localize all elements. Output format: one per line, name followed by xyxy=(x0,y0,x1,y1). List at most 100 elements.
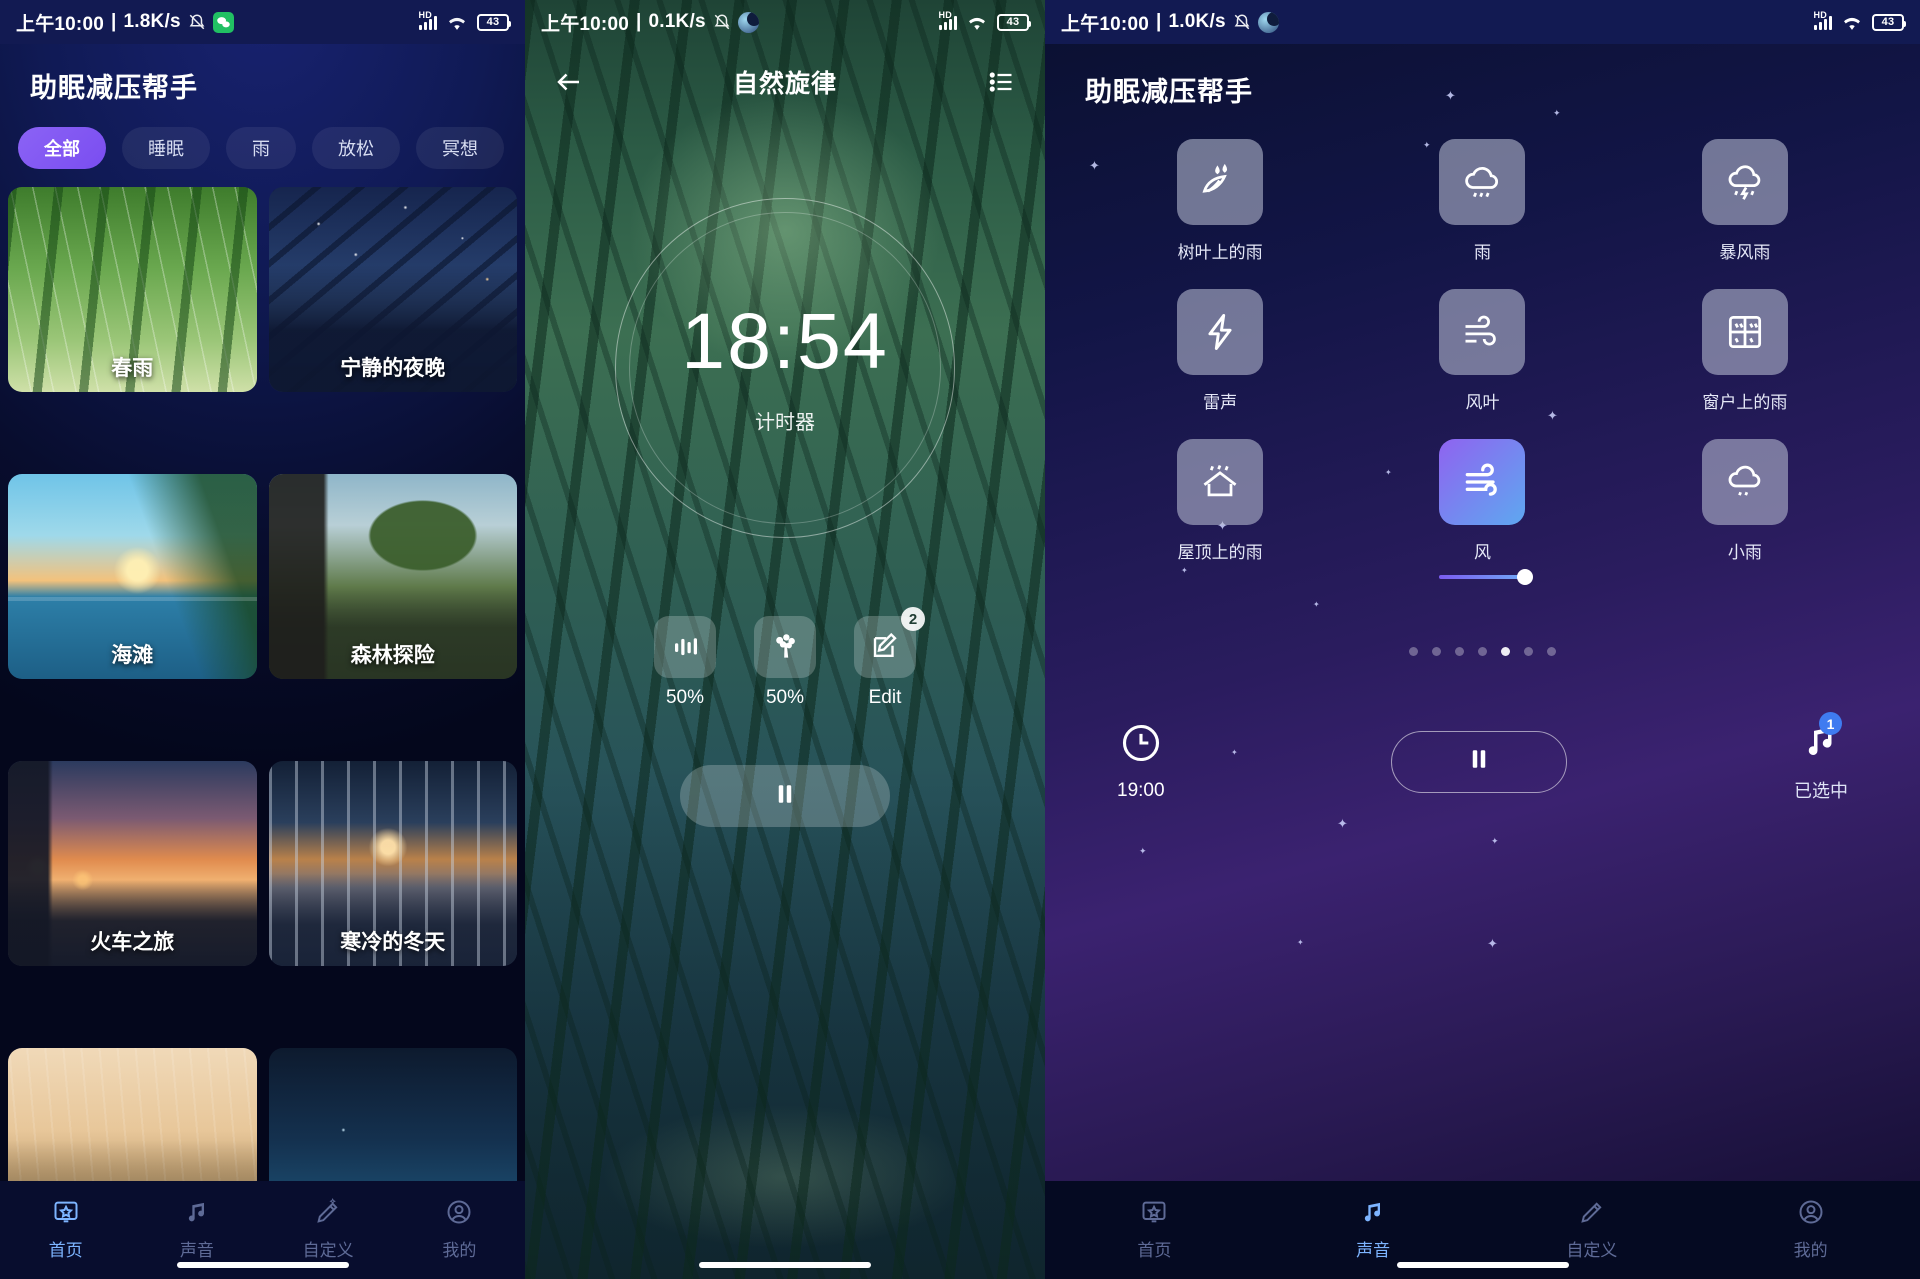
nav-item-custom[interactable]: 自定义 xyxy=(263,1195,394,1261)
sound-label: 风 xyxy=(1473,543,1491,562)
page-dot[interactable] xyxy=(1478,647,1487,656)
scene-card[interactable]: 森林探险 xyxy=(268,474,517,679)
chip-all[interactable]: 全部 xyxy=(18,127,106,169)
category-chip-row[interactable]: 全部 睡眠 雨 放松 冥想 xyxy=(0,105,525,169)
page-dot[interactable] xyxy=(1547,647,1556,656)
back-arrow-icon[interactable] xyxy=(549,62,589,102)
nav-item-sounds[interactable]: 声音 xyxy=(1264,1195,1483,1261)
playlist-icon[interactable] xyxy=(981,62,1021,102)
page-indicator[interactable] xyxy=(1045,647,1920,656)
moon-icon xyxy=(737,11,759,33)
nav-item-profile[interactable]: 我的 xyxy=(394,1195,525,1261)
hd-label: HD xyxy=(938,10,952,20)
status-left-3: 上午10:00 | 1.0K/s xyxy=(1061,9,1279,36)
scene-card[interactable]: 火车之旅 xyxy=(8,761,257,966)
timer-ring-inner xyxy=(629,212,941,524)
page-dot[interactable] xyxy=(1432,647,1441,656)
sound-item-roof-rain[interactable]: 屋顶上的雨 xyxy=(1089,439,1351,579)
home-indicator-2 xyxy=(699,1262,871,1268)
status-network-speed: 1.0K/s xyxy=(1168,11,1226,32)
scene-card-label: 森林探险 xyxy=(350,644,435,667)
play-pause-button[interactable] xyxy=(1391,730,1568,793)
hd-label: HD xyxy=(1813,10,1827,20)
sound-item-drizzle[interactable]: 小雨 xyxy=(1614,439,1876,579)
chip-sleep[interactable]: 睡眠 xyxy=(122,127,210,169)
chip-relax[interactable]: 放松 xyxy=(312,127,400,169)
page-dot[interactable] xyxy=(1409,647,1418,656)
lightning-icon xyxy=(1177,289,1264,375)
sound-item-rain[interactable]: 雨 xyxy=(1351,139,1613,263)
sound-label: 小雨 xyxy=(1727,543,1762,562)
signal-bars-icon: HD xyxy=(418,10,437,30)
scene-card[interactable]: 寒冷的冬天 xyxy=(268,761,517,966)
battery-indicator: 43 xyxy=(1872,13,1906,31)
sound-label: 风叶 xyxy=(1465,393,1500,412)
status-network-speed: 0.1K/s xyxy=(648,11,706,32)
nav-item-profile[interactable]: 我的 xyxy=(1701,1195,1920,1261)
nav-label: 自定义 xyxy=(302,1241,354,1260)
chip-meditate[interactable]: 冥想 xyxy=(416,127,504,169)
scene-card-grid: 春雨 宁静的夜晚 海滩 森林探险 火车之旅 寒冷的冬天 xyxy=(0,169,525,1279)
mute-bell-icon xyxy=(188,13,206,31)
nav-label: 声音 xyxy=(1356,1241,1391,1260)
sound-label: 暴风雨 xyxy=(1719,243,1771,262)
leaf-rain-icon xyxy=(1177,139,1264,225)
play-pause-button[interactable] xyxy=(680,765,890,827)
nav-item-home[interactable]: 首页 xyxy=(0,1195,131,1261)
wind-volume-slider[interactable] xyxy=(1439,569,1534,585)
mute-bell-icon xyxy=(713,13,731,31)
page-dot-active[interactable] xyxy=(1501,647,1510,656)
scene-card[interactable]: 宁静的夜晚 xyxy=(268,187,517,392)
edit-badge: 2 xyxy=(901,607,925,631)
status-right-3: HD 43 xyxy=(1813,10,1906,32)
pause-icon xyxy=(1464,744,1494,779)
home-body: 助眠减压帮手 全部 睡眠 雨 放松 冥想 春雨 宁静的夜晚 海滩 森林探险 火车… xyxy=(0,44,525,1279)
nav-item-sounds[interactable]: 声音 xyxy=(131,1195,262,1261)
sound-item-thunder[interactable]: 雷声 xyxy=(1089,289,1351,413)
battery-indicator: 43 xyxy=(997,13,1031,31)
selected-sounds-button[interactable]: 1 已选中 xyxy=(1793,712,1848,803)
wifi-icon xyxy=(446,13,468,32)
sound-item-leaf-rain[interactable]: 树叶上的雨 xyxy=(1089,139,1351,263)
home-star-icon xyxy=(1137,1195,1171,1229)
nav-item-custom[interactable]: 自定义 xyxy=(1483,1195,1702,1261)
scene-card[interactable]: 春雨 xyxy=(8,187,257,392)
sound-item-wind-leaves[interactable]: 风叶 xyxy=(1351,289,1613,413)
nav-item-home[interactable]: 首页 xyxy=(1045,1195,1264,1261)
cloud-rain-icon xyxy=(1439,139,1526,225)
music-note-icon xyxy=(1356,1195,1390,1229)
selected-label: 已选中 xyxy=(1793,781,1848,801)
scene-card-label: 火车之旅 xyxy=(90,931,175,954)
player-header: 自然旋律 xyxy=(525,44,1045,102)
sleep-timer-value: 19:00 xyxy=(1117,780,1165,801)
sleep-timer-button[interactable]: 19:00 xyxy=(1117,721,1165,802)
profile-icon xyxy=(442,1195,476,1229)
scene-card-label: 海滩 xyxy=(111,644,154,667)
scene-card-label: 寒冷的冬天 xyxy=(340,931,446,954)
sound-label: 屋顶上的雨 xyxy=(1177,543,1263,562)
player-title: 自然旋律 xyxy=(732,70,837,98)
home-indicator-3 xyxy=(1396,1262,1569,1268)
edit-label: Edit xyxy=(868,687,902,708)
sound-item-thunderstorm[interactable]: 暴风雨 xyxy=(1614,139,1876,263)
page-dot[interactable] xyxy=(1455,647,1464,656)
chip-rain[interactable]: 雨 xyxy=(226,127,296,169)
slider-knob[interactable] xyxy=(1517,569,1534,585)
nav-label: 我的 xyxy=(442,1241,477,1260)
volume-control[interactable]: 50% xyxy=(654,616,716,709)
status-separator: | xyxy=(1156,11,1162,32)
status-time: 上午10:00 xyxy=(1061,13,1149,35)
wechat-icon xyxy=(212,11,234,33)
window-rain-icon xyxy=(1701,289,1788,375)
sound-item-wind[interactable]: 风 xyxy=(1351,439,1613,585)
status-bar-1: 上午10:00 | 1.8K/s HD 43 xyxy=(0,0,525,44)
sound-item-window-rain[interactable]: 窗户上的雨 xyxy=(1614,289,1876,413)
edit-control[interactable]: 2 Edit xyxy=(854,607,925,709)
page-dot[interactable] xyxy=(1524,647,1533,656)
scene-card[interactable]: 海滩 xyxy=(8,474,257,679)
sound-label: 树叶上的雨 xyxy=(1177,243,1263,262)
nature-mix-control[interactable]: 50% xyxy=(754,616,816,709)
status-time: 上午10:00 xyxy=(16,13,104,35)
sounds-body: 助眠减压帮手 树叶上的雨 雨 暴风雨 雷声 风叶 窗户上的雨 屋顶上的雨 风 小… xyxy=(1045,44,1920,1279)
sounds-page-title: 助眠减压帮手 xyxy=(1085,77,1253,107)
